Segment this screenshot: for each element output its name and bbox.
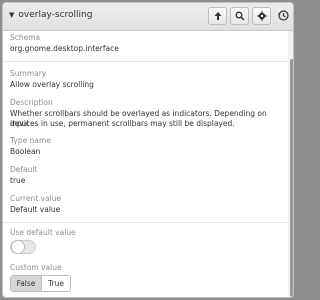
scrollbar-thumb[interactable]: [290, 59, 293, 297]
false-option[interactable]: False: [11, 276, 42, 291]
use-default-toggle[interactable]: [10, 240, 36, 254]
summary-label: Summary: [10, 69, 47, 78]
type-value: Boolean: [10, 147, 41, 156]
chevron-down-icon: ▼: [9, 11, 15, 19]
default-label: Default: [10, 165, 38, 174]
arrow-up-icon: [214, 12, 221, 20]
go-up-button[interactable]: [208, 7, 227, 25]
details-panel: Schema org.gnome.desktop.interface Summa…: [3, 31, 288, 297]
key-title[interactable]: ▼ overlay-scrolling: [9, 10, 92, 20]
current-value-label: Current value: [10, 194, 62, 203]
settings-button[interactable]: [252, 7, 271, 25]
schema-label: Schema: [10, 33, 41, 42]
gear-icon: [256, 11, 267, 21]
description-line-2: devices in use, permanent scrollbars may…: [10, 119, 235, 128]
key-title-label: overlay-scrolling: [18, 10, 93, 20]
current-value: Default value: [10, 205, 61, 214]
settings-window: ▼ overlay-scrolling Schema org.gnome.des…: [2, 2, 294, 298]
type-label: Type name: [10, 136, 51, 145]
header-bar: ▼ overlay-scrolling: [3, 3, 293, 31]
use-default-label: Use default value: [10, 228, 76, 237]
toggle-knob: [11, 240, 25, 254]
custom-value-label: Custom value: [10, 263, 62, 272]
schema-value: org.gnome.desktop.interface: [10, 44, 119, 53]
true-option[interactable]: True: [42, 276, 70, 291]
history-icon[interactable]: [277, 9, 290, 22]
search-icon: [235, 11, 244, 21]
search-button[interactable]: [230, 7, 249, 25]
divider: [3, 222, 288, 223]
description-label: Description: [10, 98, 53, 107]
divider: [3, 61, 288, 62]
default-value: true: [10, 176, 26, 185]
summary-value: Allow overlay scrolling: [10, 80, 94, 89]
custom-value-switch: False True: [10, 275, 71, 292]
